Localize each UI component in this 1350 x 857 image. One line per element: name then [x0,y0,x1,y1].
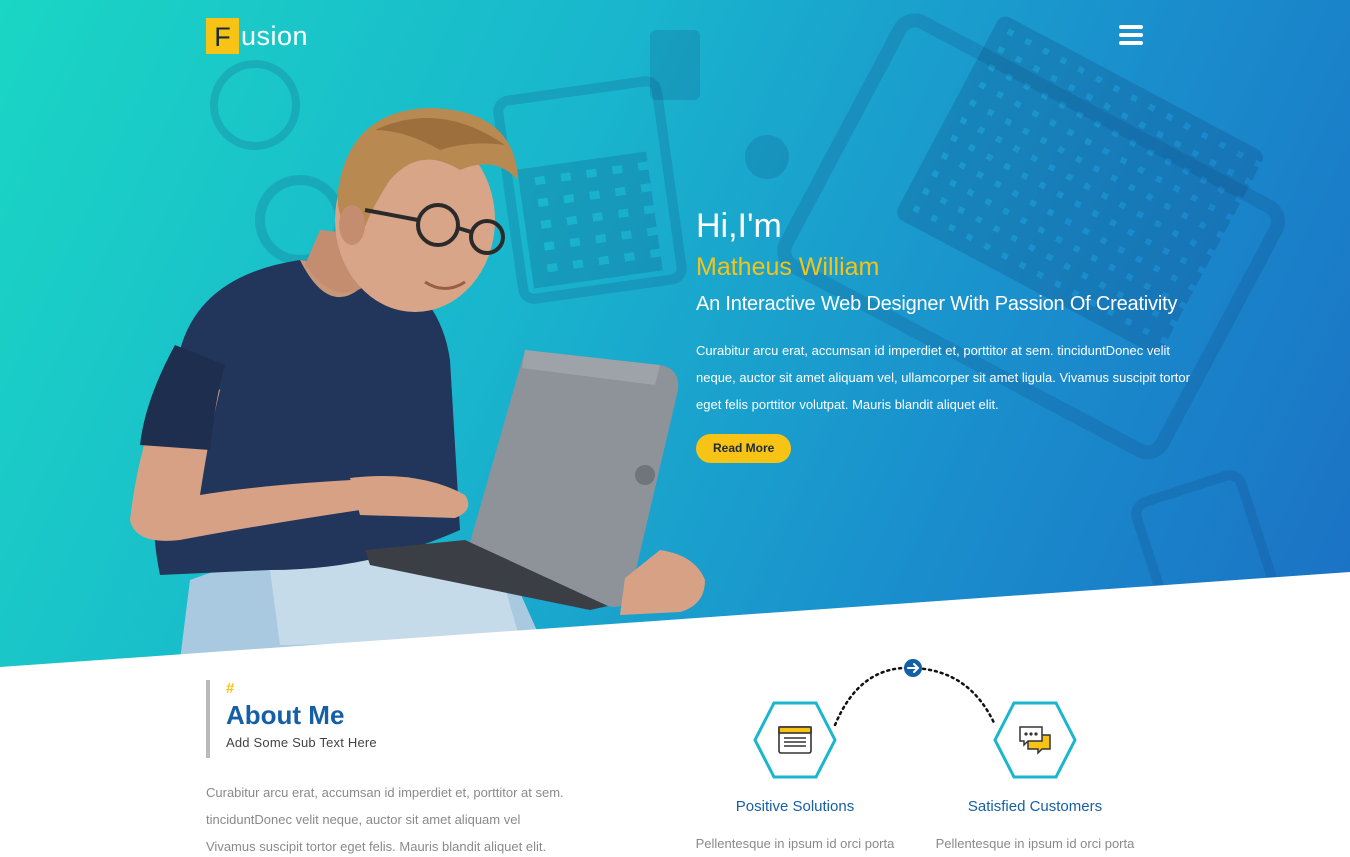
feature-text: Pellentesque in ipsum id orci porta [695,836,895,851]
feature-text: Pellentesque in ipsum id orci porta [935,836,1135,851]
hamburger-menu-icon[interactable] [1119,25,1143,47]
logo-letter-box: F [206,18,239,54]
hero-description: Curabitur arcu erat, accumsan id imperdi… [696,343,1190,412]
feature-satisfied-customers: Satisfied Customers Pellentesque in ipsu… [935,700,1135,855]
chat-bubbles-icon [1019,726,1051,755]
feature-title: Positive Solutions [735,798,855,815]
hero-intro: Hi,I'm Matheus William An Interactive We… [696,205,1206,463]
feature-hexagon [752,700,838,780]
about-heading-block: # About Me Add Some Sub Text Here [206,680,377,758]
browser-window-icon [778,726,812,754]
about-text-line: Curabitur arcu erat, accumsan id imperdi… [206,785,564,800]
about-text-line: tinciduntDonec velit neque, auctor sit a… [206,812,521,827]
phone-background-image [1126,465,1294,665]
about-paragraph: Curabitur arcu erat, accumsan id imperdi… [206,779,596,857]
feature-title: Satisfied Customers [967,798,1103,815]
about-text-line: Vivamus suscipit tortor eget felis. Maur… [206,839,547,854]
feature-positive-solutions: Positive Solutions Pellentesque in ipsum… [695,700,895,855]
logo-text: usion [241,20,309,51]
about-title: About Me [226,700,345,730]
read-more-button[interactable]: Read More [696,434,792,463]
about-hash-mark: # [226,680,235,697]
person-with-laptop-image [130,108,705,660]
arrow-right-circle-icon [904,659,922,677]
hero-greeting: Hi,I'm [696,207,782,245]
site-logo[interactable]: F usion [206,18,308,54]
about-subtitle: Add Some Sub Text Here [226,735,377,750]
hero-tagline: An Interactive Web Designer With Passion… [696,293,1178,315]
hero-name: Matheus William [696,253,880,281]
stamp-background-image [650,30,700,100]
feature-hexagon [992,700,1078,780]
